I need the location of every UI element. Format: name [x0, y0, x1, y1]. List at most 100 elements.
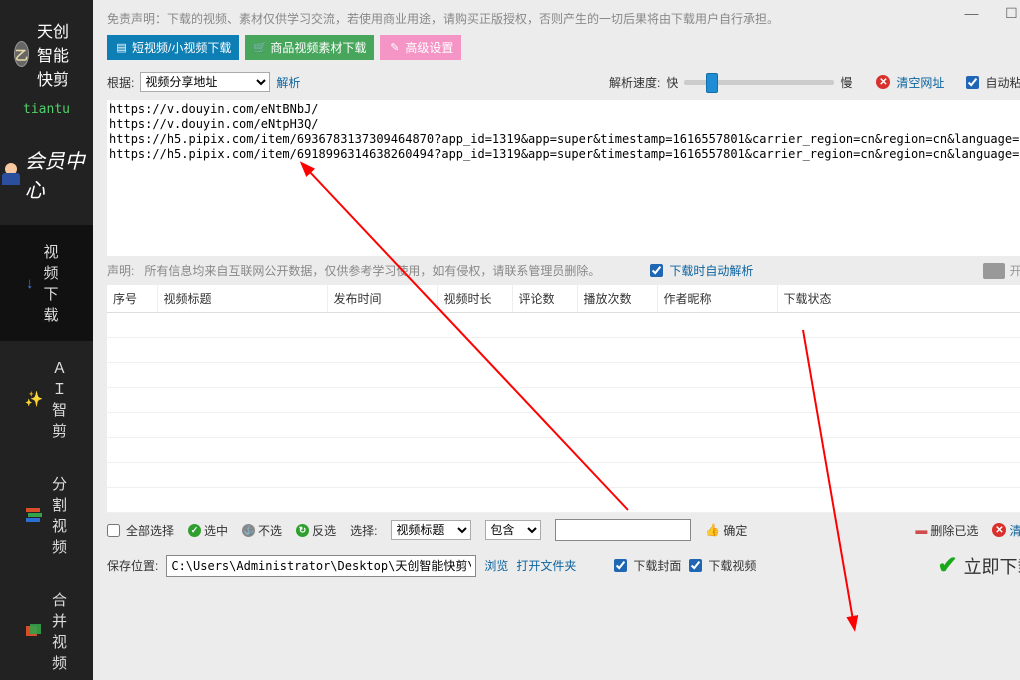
check-circle-icon: ✓ — [188, 524, 201, 537]
split-layers-icon — [26, 507, 42, 523]
col-plays[interactable]: 播放次数 — [577, 285, 657, 313]
tab-product-video[interactable]: 🛒 商品视频素材下载 — [245, 35, 374, 60]
film-icon: ▤ — [115, 41, 128, 54]
parse-link[interactable]: 解析 — [276, 74, 300, 91]
start-parse-label: 开始解析 — [1009, 262, 1020, 279]
main-panel: — ☐ ✕ 免责声明：下载的视频、素材仅供学习交流，若使用商业用途，请购买正版授… — [93, 0, 1020, 680]
tab-advanced-label: 高级设置 — [405, 39, 453, 56]
uncheck-button[interactable]: ⚓不选 — [242, 522, 282, 539]
disclaimer-text: 免责声明：下载的视频、素材仅供学习交流，若使用商业用途，请购买正版授权，否则产生… — [93, 0, 1020, 35]
col-status[interactable]: 下载状态 — [777, 285, 1020, 313]
auto-paste-checkbox[interactable]: 自动粘贴网址 — [966, 74, 1020, 91]
clear-table-button[interactable]: ✕清空表格 — [992, 522, 1020, 539]
nav-video-download[interactable]: ↓ 视频下载 — [0, 225, 93, 341]
nav-split-video[interactable]: 分割视频 — [0, 457, 93, 573]
auto-parse-label: 下载时自动解析 — [669, 262, 753, 279]
download-video-checkbox[interactable]: 下载视频 — [689, 557, 756, 574]
maximize-button[interactable]: ☐ — [991, 0, 1020, 26]
url-textarea[interactable]: https://v.douyin.com/eNtBNbJ/ https://v.… — [107, 100, 1020, 256]
nav-download-label: 视频下载 — [44, 241, 68, 325]
save-row: 保存位置: 浏览 打开文件夹 下载封面 下载视频 ✔ 立即下载 — [93, 547, 1020, 588]
result-table: 序号 视频标题 发布时间 视频时长 评论数 播放次数 作者昵称 下载状态 — [107, 285, 1020, 513]
tab-product-label: 商品视频素材下载 — [270, 39, 366, 56]
auto-parse-input[interactable] — [650, 264, 663, 277]
uncheck-label: 不选 — [258, 522, 282, 539]
confirm-filter-button[interactable]: 👍确定 — [705, 522, 747, 539]
nav-merge-label: 合并视频 — [52, 589, 67, 673]
check-label: 选中 — [204, 522, 228, 539]
invert-button[interactable]: ↻反选 — [296, 522, 336, 539]
clear-table-x-icon: ✕ — [992, 523, 1006, 537]
slider-thumb[interactable] — [706, 73, 718, 93]
anchor-icon: ⚓ — [242, 524, 255, 537]
member-center[interactable]: 会员中心 — [0, 129, 93, 225]
app-logo-row: 乙 天创智能快剪 — [0, 0, 93, 98]
auto-paste-input[interactable] — [966, 76, 979, 89]
nav-ai-label: Ａ Ｉ 智剪 — [52, 357, 67, 441]
filter-input[interactable] — [555, 519, 691, 541]
open-folder-link[interactable]: 打开文件夹 — [516, 557, 576, 574]
auto-parse-checkbox[interactable]: 下载时自动解析 — [650, 262, 753, 279]
according-select[interactable]: 视频分享地址 — [140, 72, 270, 92]
delete-selected-button[interactable]: ▬删除已选 — [915, 522, 978, 539]
download-arrow-icon: ↓ — [26, 275, 34, 291]
col-no[interactable]: 序号 — [107, 285, 157, 313]
confirm-label: 确定 — [723, 522, 747, 539]
check-button[interactable]: ✓选中 — [188, 522, 228, 539]
table-row — [107, 363, 1020, 388]
download-now-button[interactable]: ✔ 立即下载 — [937, 551, 1020, 580]
tab-advanced[interactable]: ✎ 高级设置 — [380, 35, 461, 60]
clear-urls-link[interactable]: 清空网址 — [896, 74, 944, 91]
table-row — [107, 438, 1020, 463]
parse-btn-icon — [983, 263, 1005, 279]
speed-slider[interactable] — [684, 80, 834, 85]
check-bold-icon: ✔ — [937, 551, 957, 580]
nav-merge-video[interactable]: 合并视频 — [0, 573, 93, 680]
refresh-icon: ↻ — [296, 524, 309, 537]
tab-short-label: 短视频/小视频下载 — [132, 39, 231, 56]
col-title[interactable]: 视频标题 — [157, 285, 327, 313]
save-label: 保存位置: — [107, 557, 158, 574]
minimize-button[interactable]: — — [951, 0, 991, 26]
nav-split-label: 分割视频 — [52, 473, 67, 557]
start-parse-button[interactable]: 开始解析 — [983, 262, 1020, 279]
speed-slow-label: 慢 — [840, 74, 852, 91]
dl-cover-label: 下载封面 — [633, 557, 681, 574]
contains-select[interactable]: 包含 — [485, 520, 541, 540]
dl-now-label: 立即下载 — [964, 553, 1020, 579]
choose-label: 选择: — [350, 522, 377, 539]
window-buttons: — ☐ ✕ — [951, 0, 1020, 26]
nav-ai-clip[interactable]: ✨ Ａ Ｉ 智剪 — [0, 341, 93, 457]
app-title: 天创智能快剪 — [37, 18, 83, 90]
browse-link[interactable]: 浏览 — [484, 557, 508, 574]
col-pubtime[interactable]: 发布时间 — [327, 285, 437, 313]
delete-sel-label: 删除已选 — [930, 522, 978, 539]
speed-fast-label: 快 — [666, 74, 678, 91]
download-cover-checkbox[interactable]: 下载封面 — [614, 557, 681, 574]
select-all-input[interactable] — [107, 524, 120, 537]
table-row — [107, 313, 1020, 338]
member-center-label: 会员中心 — [25, 145, 93, 203]
according-label: 根据: — [107, 74, 134, 91]
choose-column-select[interactable]: 视频标题 — [391, 520, 471, 540]
speed-label: 解析速度: — [609, 74, 660, 91]
tab-short-video[interactable]: ▤ 短视频/小视频下载 — [107, 35, 239, 60]
select-all-checkbox[interactable]: 全部选择 — [107, 522, 174, 539]
col-duration[interactable]: 视频时长 — [437, 285, 512, 313]
save-path-input[interactable] — [166, 555, 476, 577]
stmt-text: 所有信息均来自互联网公开数据，仅供参考学习使用，如有侵权，请联系管理员删除。 — [144, 262, 600, 279]
col-author[interactable]: 作者昵称 — [657, 285, 777, 313]
result-table-wrap: 序号 视频标题 发布时间 视频时长 评论数 播放次数 作者昵称 下载状态 — [107, 285, 1020, 513]
auto-paste-label: 自动粘贴网址 — [985, 74, 1020, 91]
tab-strip: ▤ 短视频/小视频下载 🛒 商品视频素材下载 ✎ 高级设置 — [93, 35, 1020, 68]
statement-row: 声明: 所有信息均来自互联网公开数据，仅供参考学习使用，如有侵权，请联系管理员删… — [93, 256, 1020, 285]
clear-table-label: 清空表格 — [1009, 522, 1020, 539]
sidebar: 乙 天创智能快剪 tiantu 会员中心 ↓ 视频下载 ✨ Ａ Ｉ 智剪 分割视… — [0, 0, 93, 680]
cart-icon: 🛒 — [253, 41, 266, 54]
merge-stack-icon — [26, 623, 42, 639]
ai-wand-icon: ✨ — [26, 391, 42, 407]
dl-video-input[interactable] — [689, 559, 702, 572]
dl-cover-input[interactable] — [614, 559, 627, 572]
col-comments[interactable]: 评论数 — [512, 285, 577, 313]
wrench-icon: ✎ — [388, 41, 401, 54]
